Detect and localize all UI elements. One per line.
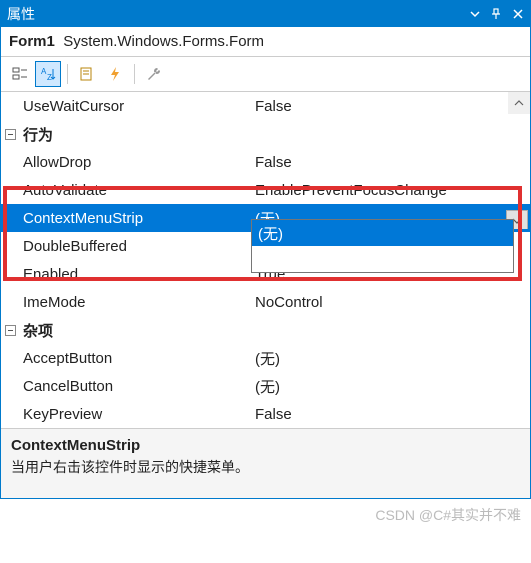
property-value[interactable]: (无) <box>251 348 530 369</box>
property-name: 杂项 <box>19 320 251 341</box>
property-name: AutoValidate <box>19 182 251 199</box>
property-name: AllowDrop <box>19 154 251 171</box>
expand-indent[interactable] <box>1 325 19 336</box>
description-title: ContextMenuStrip <box>11 437 520 454</box>
object-type: System.Windows.Forms.Form <box>63 33 264 50</box>
window-position-icon[interactable] <box>470 9 480 19</box>
category-row[interactable]: 杂项 <box>1 316 530 344</box>
property-name: 行为 <box>19 124 251 145</box>
property-value[interactable]: NoControl <box>251 294 530 311</box>
expand-indent[interactable] <box>1 129 19 140</box>
description-panel: ContextMenuStrip 当用户右击该控件时显示的快捷菜单。 <box>1 428 530 498</box>
property-row[interactable]: AcceptButton(无) <box>1 344 530 372</box>
alphabetical-button[interactable]: AZ <box>35 61 61 87</box>
toolbar: AZ <box>1 57 530 92</box>
property-value[interactable]: False <box>251 406 530 423</box>
property-name: AcceptButton <box>19 350 251 367</box>
dropdown-item[interactable]: (无) <box>252 220 513 246</box>
property-row[interactable]: ImeModeNoControl <box>1 288 530 316</box>
panel-title: 属性 <box>7 4 470 24</box>
events-button[interactable] <box>102 61 128 87</box>
object-name: Form1 <box>9 33 55 50</box>
property-value[interactable]: False <box>251 154 530 171</box>
pin-icon[interactable] <box>490 8 502 20</box>
object-selector[interactable]: Form1 System.Windows.Forms.Form <box>1 27 530 57</box>
close-icon[interactable] <box>512 8 524 20</box>
property-name: ImeMode <box>19 294 251 311</box>
property-value[interactable]: (无) <box>251 376 530 397</box>
property-grid: (无) UseWaitCursorFalse行为AllowDropFalseAu… <box>1 92 530 428</box>
property-name: CancelButton <box>19 378 251 395</box>
property-name: ContextMenuStrip <box>19 210 251 227</box>
property-row[interactable]: AutoValidateEnablePreventFocusChange <box>1 176 530 204</box>
property-row[interactable]: CancelButton(无) <box>1 372 530 400</box>
titlebar: 属性 <box>1 1 530 27</box>
dropdown-list[interactable]: (无) <box>251 219 514 273</box>
categorized-button[interactable] <box>7 61 33 87</box>
property-pages-button[interactable] <box>74 61 100 87</box>
wrench-button[interactable] <box>141 61 167 87</box>
property-value[interactable]: False <box>251 98 530 115</box>
property-name: DoubleBuffered <box>19 238 251 255</box>
property-name: Enabled <box>19 266 251 283</box>
property-value[interactable]: EnablePreventFocusChange <box>251 182 530 199</box>
category-row[interactable]: 行为 <box>1 120 530 148</box>
property-name: KeyPreview <box>19 406 251 423</box>
watermark: CSDN @C#其实并不难 <box>0 499 531 531</box>
collapse-icon[interactable] <box>5 325 16 336</box>
property-name: UseWaitCursor <box>19 98 251 115</box>
scroll-up-icon[interactable] <box>508 92 530 114</box>
description-text: 当用户右击该控件时显示的快捷菜单。 <box>11 457 520 477</box>
collapse-icon[interactable] <box>5 129 16 140</box>
property-row[interactable]: KeyPreviewFalse <box>1 400 530 428</box>
property-row[interactable]: AllowDropFalse <box>1 148 530 176</box>
property-row[interactable]: UseWaitCursorFalse <box>1 92 530 120</box>
